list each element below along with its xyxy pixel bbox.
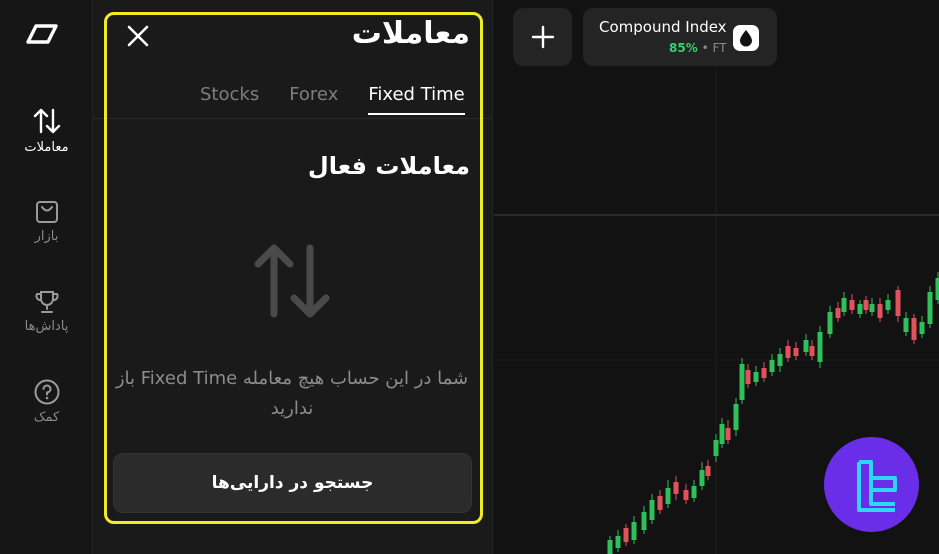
candle-body: [733, 404, 739, 430]
candle-body: [903, 318, 909, 332]
candle-body: [919, 322, 925, 334]
candle-body: [785, 346, 791, 358]
candle-body: [769, 360, 775, 372]
candle-body: [665, 488, 671, 504]
drop-icon: [733, 25, 759, 51]
candle-body: [753, 372, 759, 382]
add-chart-button[interactable]: [513, 8, 572, 66]
candle-body: [857, 304, 863, 314]
candle-body: [607, 540, 613, 554]
candle-body: [623, 528, 629, 542]
candle-body: [683, 490, 689, 500]
panel-title: معاملات: [351, 16, 470, 51]
candle-body: [877, 304, 883, 318]
rail-item-rewards[interactable]: پاداش‌ها: [0, 289, 93, 334]
empty-state-message: شما در این حساب هیچ معامله Fixed Time با…: [115, 368, 469, 419]
candle-body: [895, 290, 901, 316]
rail-item-label: پاداش‌ها: [24, 319, 69, 334]
candle-body: [849, 300, 855, 310]
candle-body: [745, 370, 751, 384]
candle-body: [793, 348, 799, 356]
tab-forex[interactable]: Forex: [289, 84, 338, 115]
candle-body: [935, 278, 939, 300]
candle-body: [713, 440, 719, 456]
tab-bar: Stocks Forex Fixed Time: [200, 84, 465, 115]
candle-body: [927, 292, 933, 324]
candle-body: [649, 500, 655, 520]
candle-body: [835, 308, 841, 318]
candle-body: [809, 346, 815, 356]
candle-body: [719, 424, 725, 444]
help-circle-icon: [34, 379, 59, 405]
shopping-bag-icon: [35, 201, 58, 223]
candle-body: [631, 522, 637, 540]
rail-item-label: کمک: [33, 410, 60, 425]
asset-payout: 85% • FT: [669, 41, 726, 55]
close-button[interactable]: [124, 22, 152, 50]
close-icon: [127, 25, 149, 47]
asset-selector[interactable]: Compound Index 85% • FT: [583, 8, 777, 66]
logo-icon[interactable]: [22, 22, 62, 46]
arrows-up-down-icon: [33, 108, 60, 134]
payout-percent: 85%: [669, 41, 698, 55]
candle-body: [869, 304, 875, 312]
tabs-divider: [93, 118, 493, 119]
candle-body: [841, 298, 847, 312]
rail-item-label: بازار: [34, 229, 59, 244]
candle-body: [705, 466, 711, 476]
arrows-up-down-icon: [252, 240, 332, 320]
brand-watermark-logo: [824, 437, 919, 532]
candle-body: [725, 428, 731, 440]
rail-item-trades[interactable]: معاملات: [0, 106, 93, 155]
candle-body: [739, 364, 745, 400]
candle-body: [827, 312, 833, 334]
candle-body: [803, 340, 809, 352]
rail-item-label: معاملات: [24, 140, 69, 155]
tab-stocks[interactable]: Stocks: [200, 84, 259, 115]
left-rail: معاملات بازار پاداش‌ها کمک: [0, 0, 93, 554]
candle-body: [863, 300, 869, 310]
rail-item-market[interactable]: بازار: [0, 199, 93, 244]
candle-body: [885, 300, 891, 310]
section-title: معاملات فعال: [307, 152, 470, 180]
asset-type: • FT: [701, 41, 727, 55]
candle-body: [641, 512, 647, 530]
candle-body: [761, 368, 767, 378]
candle-body: [777, 354, 783, 366]
search-assets-button[interactable]: جستجو در دارایی‌ها: [113, 453, 472, 513]
candle-body: [911, 318, 917, 340]
plus-icon: [531, 25, 554, 49]
trophy-icon: [34, 291, 59, 313]
candle-body: [615, 536, 621, 548]
candle-body: [691, 486, 697, 498]
candle-body: [817, 332, 823, 362]
candle-body: [657, 496, 663, 510]
candle-body: [673, 482, 679, 494]
rail-item-help[interactable]: کمک: [0, 378, 93, 425]
candle-body: [699, 470, 705, 486]
tab-fixed-time[interactable]: Fixed Time: [368, 84, 465, 115]
asset-name: Compound Index: [599, 18, 727, 36]
